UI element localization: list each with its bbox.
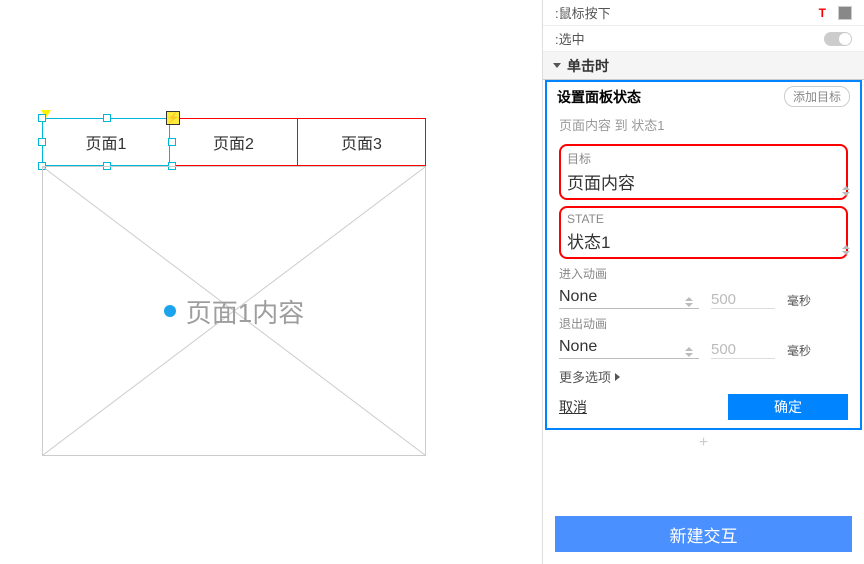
state-label: STATE [567, 212, 840, 226]
tab-1[interactable]: 页面1 ⚡ [42, 118, 170, 166]
prop-label: :鼠标按下 [555, 3, 611, 22]
enter-anim-row: None 500 毫秒 [559, 288, 848, 309]
stepper-icon[interactable] [842, 245, 850, 255]
button-row: 取消 确定 [559, 394, 848, 420]
stepper-icon[interactable] [685, 297, 693, 307]
exit-anim-label-wrap: 退出动画 [559, 315, 848, 332]
color-swatch-icon[interactable] [838, 6, 852, 20]
tab-3[interactable]: 页面3 [298, 118, 426, 166]
prop-row-mousedown[interactable]: :鼠标按下 T [543, 0, 864, 26]
triangle-right-icon [615, 373, 620, 381]
more-options[interactable]: 更多选项 [559, 367, 848, 386]
tabs-row: 页面1 ⚡ 页面2 页面3 [42, 118, 426, 166]
exit-anim-label: 退出动画 [559, 315, 848, 332]
add-target-button[interactable]: 添加目标 [784, 86, 850, 107]
lightning-icon: ⚡ [166, 111, 180, 125]
resize-handle-tm[interactable] [103, 114, 111, 122]
action-title: 设置面板状态 [557, 87, 641, 107]
exit-anim-value: None [559, 338, 699, 359]
add-action-button[interactable]: + [543, 430, 864, 456]
resize-handle-mr[interactable] [168, 138, 176, 146]
new-interaction-button[interactable]: 新建交互 [555, 516, 852, 552]
canvas-area[interactable]: 页面1 ⚡ 页面2 页面3 页面1内容 [0, 0, 540, 564]
prop-row-selected[interactable]: :选中 [543, 26, 864, 52]
exit-anim-row: None 500 毫秒 [559, 338, 848, 359]
triangle-down-icon [553, 63, 561, 68]
action-header: 设置面板状态 添加目标 [547, 82, 860, 111]
state-field[interactable]: STATE 状态1 [559, 206, 848, 259]
duration-unit: 毫秒 [787, 342, 811, 359]
more-options-label: 更多选项 [559, 367, 611, 386]
target-field[interactable]: 目标 页面内容 [559, 144, 848, 200]
cancel-button[interactable]: 取消 [559, 397, 587, 417]
tab-label: 页面1 [86, 130, 127, 154]
resize-handle-tl[interactable] [38, 114, 46, 122]
event-name: 单击时 [567, 56, 609, 76]
enter-anim-select[interactable]: None [559, 288, 699, 309]
prop-label: :选中 [555, 29, 585, 48]
state-value: 状态1 [567, 228, 840, 255]
tab-label: 页面3 [341, 130, 382, 154]
tab-2[interactable]: 页面2 [170, 118, 298, 166]
stepper-icon[interactable] [842, 186, 850, 196]
text-style-icon[interactable]: T [819, 6, 826, 20]
tab-label: 页面2 [213, 130, 254, 154]
placeholder-panel[interactable]: 页面1内容 [42, 166, 426, 456]
action-subtitle: 页面内容 到 状态1 [547, 111, 860, 138]
placeholder-text: 页面1内容 [186, 293, 304, 330]
enter-anim-value: None [559, 288, 699, 309]
enter-anim-duration[interactable]: 500 [711, 291, 775, 309]
exit-anim-duration[interactable]: 500 [711, 341, 775, 359]
stepper-icon[interactable] [685, 347, 693, 357]
enter-anim-label-wrap: 进入动画 [559, 265, 848, 282]
event-section-header[interactable]: 单击时 [543, 52, 864, 80]
target-value: 页面内容 [567, 169, 840, 196]
ok-button[interactable]: 确定 [728, 394, 848, 420]
target-label: 目标 [567, 150, 840, 167]
toggle-switch[interactable] [824, 32, 852, 46]
interaction-editor: 设置面板状态 添加目标 页面内容 到 状态1 目标 页面内容 STATE 状态1… [545, 80, 862, 430]
exit-anim-select[interactable]: None [559, 338, 699, 359]
enter-anim-label: 进入动画 [559, 265, 848, 282]
duration-unit: 毫秒 [787, 292, 811, 309]
inspector-panel: :鼠标按下 T :选中 单击时 设置面板状态 添加目标 页面内容 到 状态1 目… [542, 0, 864, 564]
bullet-dot-icon [164, 305, 176, 317]
resize-handle-ml[interactable] [38, 138, 46, 146]
